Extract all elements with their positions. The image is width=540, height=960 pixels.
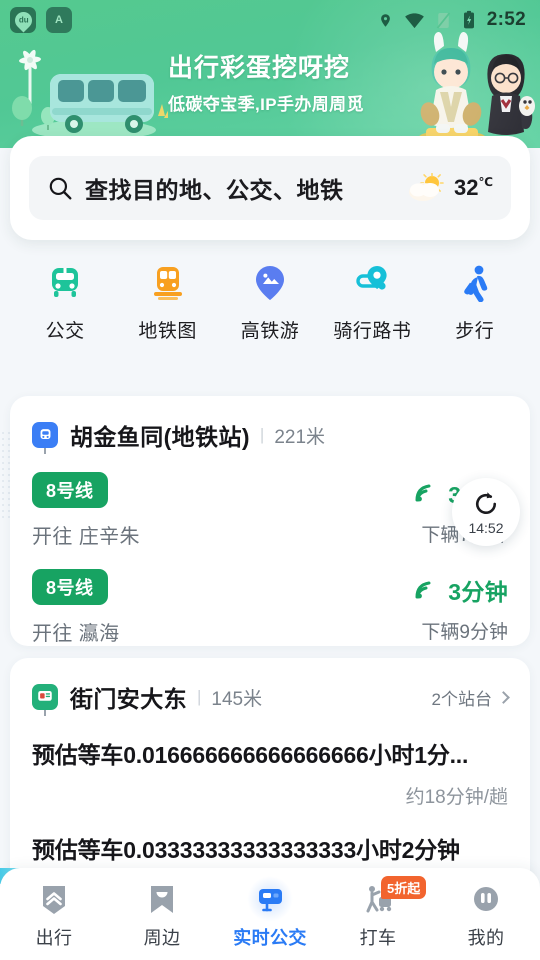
battery-charging-icon bbox=[463, 10, 474, 29]
signal-wave-icon bbox=[415, 484, 431, 502]
realtime-bus-icon bbox=[247, 876, 293, 922]
metro-station-card[interactable]: 胡金鱼同(地铁站) | 221米 8号线 开往 庄辛朱 3分钟 下辆7分钟 bbox=[10, 396, 530, 646]
a-app-icon: A bbox=[46, 7, 72, 33]
status-notifications: du A bbox=[10, 7, 72, 33]
line-badge: 8号线 bbox=[32, 569, 108, 605]
platforms-label: 2个站台 bbox=[431, 689, 492, 709]
bus-estimate-text: 预估等车0.03333333333333333小时2分钟 bbox=[32, 837, 460, 863]
refresh-icon bbox=[475, 491, 497, 514]
eta-value: 3分钟 bbox=[448, 579, 508, 605]
route-pin-icon bbox=[348, 258, 396, 306]
quick-action-metro-map[interactable]: 地铁图 bbox=[122, 258, 214, 343]
status-indicators: 2:52 bbox=[378, 9, 526, 31]
line-destination: 开往 庄辛朱 bbox=[32, 526, 140, 548]
refresh-time: 14:52 bbox=[468, 519, 504, 536]
ip-character-illustration bbox=[418, 31, 535, 146]
metro-icon bbox=[144, 258, 192, 306]
character-wizard bbox=[487, 54, 535, 135]
nav-item-realtime-bus[interactable]: 实时公交 bbox=[221, 876, 319, 950]
bus-estimate-row[interactable]: 预估等车0.016666666666666666小时1分... 约18分钟/趟 bbox=[10, 714, 530, 809]
profile-icon bbox=[467, 880, 505, 918]
nav-item-profile[interactable]: 我的 bbox=[437, 880, 535, 950]
bus-estimate-row[interactable]: 预估等车0.03333333333333333小时2分钟 bbox=[10, 809, 530, 865]
wifi-icon bbox=[404, 12, 424, 28]
du-map-icon: du bbox=[10, 7, 36, 33]
status-time: 2:52 bbox=[486, 9, 526, 30]
platforms-link[interactable]: 2个站台 bbox=[431, 685, 510, 710]
quick-action-label: 公交 bbox=[45, 321, 85, 342]
signal-off-icon bbox=[436, 11, 450, 29]
search-input[interactable]: 查找目的地、公交、地铁 32℃ bbox=[29, 156, 511, 220]
discount-badge: 5折起 bbox=[381, 876, 427, 899]
chevron-right-icon bbox=[497, 690, 510, 704]
bus-station-icon bbox=[32, 684, 58, 710]
quick-action-row: 公交 地铁图 高铁游 骑行路书 步行 bbox=[0, 258, 540, 368]
nav-label: 周边 bbox=[143, 928, 181, 948]
nav-item-nearby[interactable]: 周边 bbox=[113, 880, 211, 950]
bottom-navigation: 出行 周边 实时公交 5折起 打车 我的 bbox=[0, 868, 540, 960]
search-card: 查找目的地、公交、地铁 32℃ bbox=[10, 136, 530, 240]
quick-action-cycling-route[interactable]: 骑行路书 bbox=[326, 258, 418, 343]
quick-action-label: 步行 bbox=[455, 321, 495, 342]
nav-label: 我的 bbox=[467, 928, 505, 948]
status-bar: du A 2:52 bbox=[0, 0, 540, 40]
nav-item-taxi[interactable]: 5折起 打车 bbox=[329, 876, 427, 950]
nav-label: 出行 bbox=[35, 928, 73, 948]
station-distance: 145米 bbox=[211, 688, 263, 710]
next-arrival: 下辆9分钟 bbox=[421, 622, 508, 643]
walking-icon bbox=[451, 258, 499, 306]
bus-station-header[interactable]: 街门安大东 | 145米 2个站台 bbox=[10, 658, 530, 714]
line-info: 8号线 开往 瀛海 bbox=[32, 569, 414, 646]
bus-frequency: 约18分钟/趟 bbox=[405, 787, 508, 808]
metro-line-row[interactable]: 8号线 开往 庄辛朱 3分钟 下辆7分钟 bbox=[10, 452, 530, 549]
chevrons-up-icon bbox=[35, 880, 73, 918]
metro-station-header[interactable]: 胡金鱼同(地铁站) | 221米 bbox=[10, 396, 530, 452]
quick-action-label: 高铁游 bbox=[240, 321, 300, 342]
character-green bbox=[420, 31, 482, 133]
nav-label: 实时公交 bbox=[233, 928, 307, 948]
station-distance: 221米 bbox=[274, 426, 326, 448]
app-root: du A 2:52 出行彩蛋挖呀挖 低碳夺宝季,IP手办周周觅 查找目的地、公交… bbox=[0, 0, 540, 960]
bus-estimate-text: 预估等车0.016666666666666666小时1分... bbox=[32, 742, 469, 768]
refresh-button[interactable]: 14:52 bbox=[452, 478, 520, 546]
nav-item-travel[interactable]: 出行 bbox=[5, 880, 103, 950]
banner-text-group: 出行彩蛋挖呀挖 低碳夺宝季,IP手办周周觅 bbox=[168, 48, 364, 115]
promo-banner[interactable]: du A 2:52 出行彩蛋挖呀挖 低碳夺宝季,IP手办周周觅 bbox=[0, 0, 540, 148]
location-icon bbox=[380, 13, 390, 27]
eta-row: 3分钟 bbox=[414, 573, 508, 607]
bookmark-icon bbox=[143, 880, 181, 918]
search-icon bbox=[49, 177, 72, 200]
line-destination: 开往 瀛海 bbox=[32, 623, 120, 645]
banner-subtitle: 低碳夺宝季,IP手办周周觅 bbox=[168, 95, 364, 114]
pin-photo-icon bbox=[246, 258, 294, 306]
quick-action-label: 地铁图 bbox=[138, 321, 197, 342]
line-eta-group: 3分钟 下辆9分钟 bbox=[414, 569, 508, 644]
line-badge: 8号线 bbox=[32, 472, 108, 508]
sun-cloud-icon bbox=[408, 173, 444, 201]
quick-action-walking[interactable]: 步行 bbox=[429, 258, 521, 343]
quick-action-hsr-tour[interactable]: 高铁游 bbox=[224, 258, 316, 343]
search-placeholder: 查找目的地、公交、地铁 bbox=[85, 177, 344, 203]
bus-icon bbox=[41, 258, 89, 306]
signal-wave-icon bbox=[415, 581, 431, 599]
hail-taxi-icon: 5折起 bbox=[359, 876, 427, 918]
bus-station-card[interactable]: 街门安大东 | 145米 2个站台 预估等车0.0166666666666666… bbox=[10, 658, 530, 890]
banner-title: 出行彩蛋挖呀挖 bbox=[168, 54, 351, 82]
station-name: 街门安大东 bbox=[70, 686, 187, 712]
quick-action-bus[interactable]: 公交 bbox=[19, 258, 111, 343]
nav-label: 打车 bbox=[359, 928, 397, 948]
line-info: 8号线 开往 庄辛朱 bbox=[32, 472, 414, 549]
quick-action-label: 骑行路书 bbox=[333, 321, 412, 342]
metro-line-row[interactable]: 8号线 开往 瀛海 3分钟 下辆9分钟 bbox=[10, 549, 530, 646]
station-name: 胡金鱼同(地铁站) bbox=[70, 424, 250, 450]
weather-widget[interactable]: 32℃ bbox=[406, 173, 493, 203]
metro-station-icon bbox=[32, 422, 58, 448]
separator: | bbox=[259, 425, 265, 444]
eco-bus-illustration bbox=[12, 49, 168, 140]
separator: | bbox=[197, 687, 202, 706]
temperature-value: 32℃ bbox=[453, 175, 493, 200]
